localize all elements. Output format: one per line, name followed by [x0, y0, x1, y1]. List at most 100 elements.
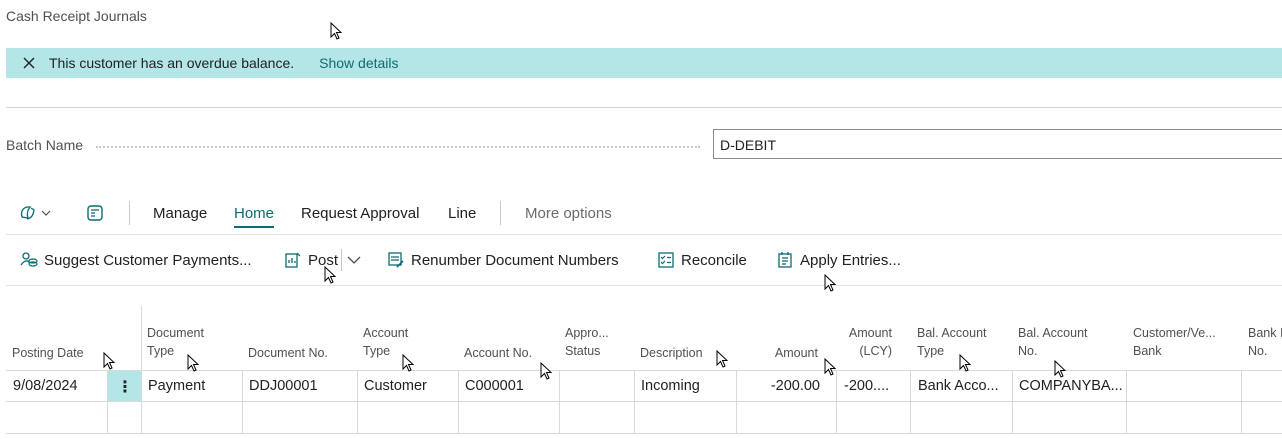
- cell-document-no[interactable]: DDJ00001: [249, 371, 357, 402]
- suggest-customer-payments-button[interactable]: Suggest Customer Payments...: [20, 245, 252, 275]
- table-row[interactable]: 9/08/2024 ⋮ Payment DDJ00001 Customer C0…: [6, 370, 1282, 402]
- column-border: [242, 371, 243, 402]
- batch-name-field[interactable]: D-DEBIT: [713, 129, 1282, 159]
- show-details-link[interactable]: Show details: [319, 55, 398, 71]
- header-bal-account-no[interactable]: Bal. Account No.: [1018, 324, 1088, 360]
- header-posting-date[interactable]: Posting Date: [12, 344, 84, 362]
- column-border: [559, 371, 560, 402]
- mouse-cursor-icon: [1054, 360, 1067, 378]
- cell-bal-account-no[interactable]: COMPANYBA...: [1019, 371, 1127, 402]
- header-approval-status[interactable]: Appro... Status: [565, 324, 609, 360]
- reconcile-icon: [658, 252, 674, 268]
- column-border: [1126, 371, 1127, 402]
- column-border: [910, 371, 911, 402]
- menu-home[interactable]: Home: [234, 205, 275, 228]
- column-border: [458, 402, 459, 433]
- action-menu-bar: Manage Home Request Approval Line More o…: [6, 196, 1282, 230]
- cell-amount[interactable]: -200.00: [742, 371, 820, 402]
- header-line: Bank: [1133, 344, 1162, 358]
- header-line: Amount: [848, 326, 892, 340]
- header-line: No.: [1018, 344, 1038, 358]
- mouse-cursor-icon: [402, 354, 415, 372]
- apply-entries-label: Apply Entries...: [800, 251, 901, 269]
- column-border: [910, 402, 911, 433]
- reconcile-label: Reconcile: [681, 251, 747, 269]
- header-line: Account: [363, 326, 409, 340]
- header-amount[interactable]: Amount: [742, 344, 818, 362]
- cell-posting-date[interactable]: 9/08/2024: [13, 371, 108, 402]
- dotted-leader: [96, 146, 700, 148]
- renumber-icon: [388, 252, 404, 268]
- notification-message: This customer has an overdue balance.: [49, 55, 295, 71]
- cell-account-type[interactable]: Customer: [364, 371, 458, 402]
- header-amount-lcy[interactable]: Amount (LCY): [836, 324, 892, 360]
- header-description[interactable]: Description: [640, 344, 703, 362]
- mouse-cursor-icon: [824, 358, 837, 376]
- column-border: [357, 371, 358, 402]
- column-border: [242, 402, 243, 433]
- mouse-cursor-icon: [959, 354, 972, 372]
- table-row-empty[interactable]: [6, 401, 1282, 434]
- column-border: [357, 402, 358, 433]
- notification-bar: This customer has an overdue balance. Sh…: [6, 48, 1282, 78]
- close-icon[interactable]: [21, 55, 37, 71]
- page-title: Cash Receipt Journals: [6, 8, 147, 24]
- column-border: [141, 371, 142, 402]
- reconcile-button[interactable]: Reconcile: [657, 245, 747, 275]
- header-account-no[interactable]: Account No.: [464, 344, 532, 362]
- header-line: Document: [147, 326, 204, 340]
- chevron-down-icon[interactable]: [346, 253, 362, 272]
- header-line: Customer/Ve...: [1133, 326, 1216, 340]
- column-border: [141, 402, 142, 433]
- personalize-icon[interactable]: [86, 204, 104, 227]
- menu-request-approval[interactable]: Request Approval: [301, 205, 419, 222]
- mouse-cursor-icon: [324, 266, 337, 284]
- more-options-button[interactable]: More options: [525, 205, 612, 222]
- cell-bal-account-type[interactable]: Bank Acco...: [918, 371, 1012, 402]
- renumber-label: Renumber Document Numbers: [411, 251, 619, 269]
- header-line: No.: [1248, 344, 1268, 358]
- suggest-label: Suggest Customer Payments...: [44, 251, 252, 269]
- column-border: [107, 402, 108, 433]
- column-border: [634, 402, 635, 433]
- header-document-no[interactable]: Document No.: [248, 344, 328, 362]
- cell-approval-status[interactable]: [566, 371, 634, 402]
- mouse-cursor-icon: [540, 362, 553, 380]
- cell-amount-lcy[interactable]: -200....: [844, 371, 904, 402]
- column-border: [634, 371, 635, 402]
- mouse-cursor-icon: [824, 274, 837, 292]
- column-border: [559, 402, 560, 433]
- column-border: [1012, 402, 1013, 433]
- divider: [6, 107, 1282, 108]
- column-border: [1126, 402, 1127, 433]
- mouse-cursor-icon: [716, 350, 729, 368]
- cell-description[interactable]: Incoming: [641, 371, 736, 402]
- header-customer-bank[interactable]: Customer/Ve... Bank: [1133, 324, 1216, 360]
- header-line: Appro...: [565, 326, 609, 340]
- row-actions-icon[interactable]: ⋮: [108, 371, 142, 402]
- batch-name-label: Batch Name: [6, 137, 84, 153]
- header-bal-account-type[interactable]: Bal. Account Type: [917, 324, 987, 360]
- mouse-cursor-icon: [330, 22, 343, 40]
- column-border: [1241, 402, 1242, 433]
- header-line: (LCY): [859, 344, 892, 358]
- column-border: [458, 371, 459, 402]
- header-bank-no[interactable]: Bank I No.: [1248, 324, 1282, 360]
- cell-customer-bank[interactable]: [1134, 371, 1242, 402]
- apply-entries-icon: [778, 252, 792, 268]
- renumber-document-numbers-button[interactable]: Renumber Document Numbers: [387, 245, 619, 275]
- column-border: [836, 402, 837, 433]
- column-border: [736, 371, 737, 402]
- menu-line[interactable]: Line: [448, 205, 476, 222]
- header-line: Bal. Account: [917, 326, 987, 340]
- separator: [341, 249, 342, 271]
- menu-manage[interactable]: Manage: [153, 205, 207, 222]
- column-border: [107, 371, 108, 402]
- apply-entries-button[interactable]: Apply Entries...: [776, 245, 901, 275]
- copilot-icon[interactable]: [18, 204, 52, 227]
- cell-document-type[interactable]: Payment: [148, 371, 243, 402]
- separator: [129, 201, 130, 225]
- post-icon: [285, 252, 301, 268]
- divider: [6, 234, 1282, 235]
- header-line: Status: [565, 344, 601, 358]
